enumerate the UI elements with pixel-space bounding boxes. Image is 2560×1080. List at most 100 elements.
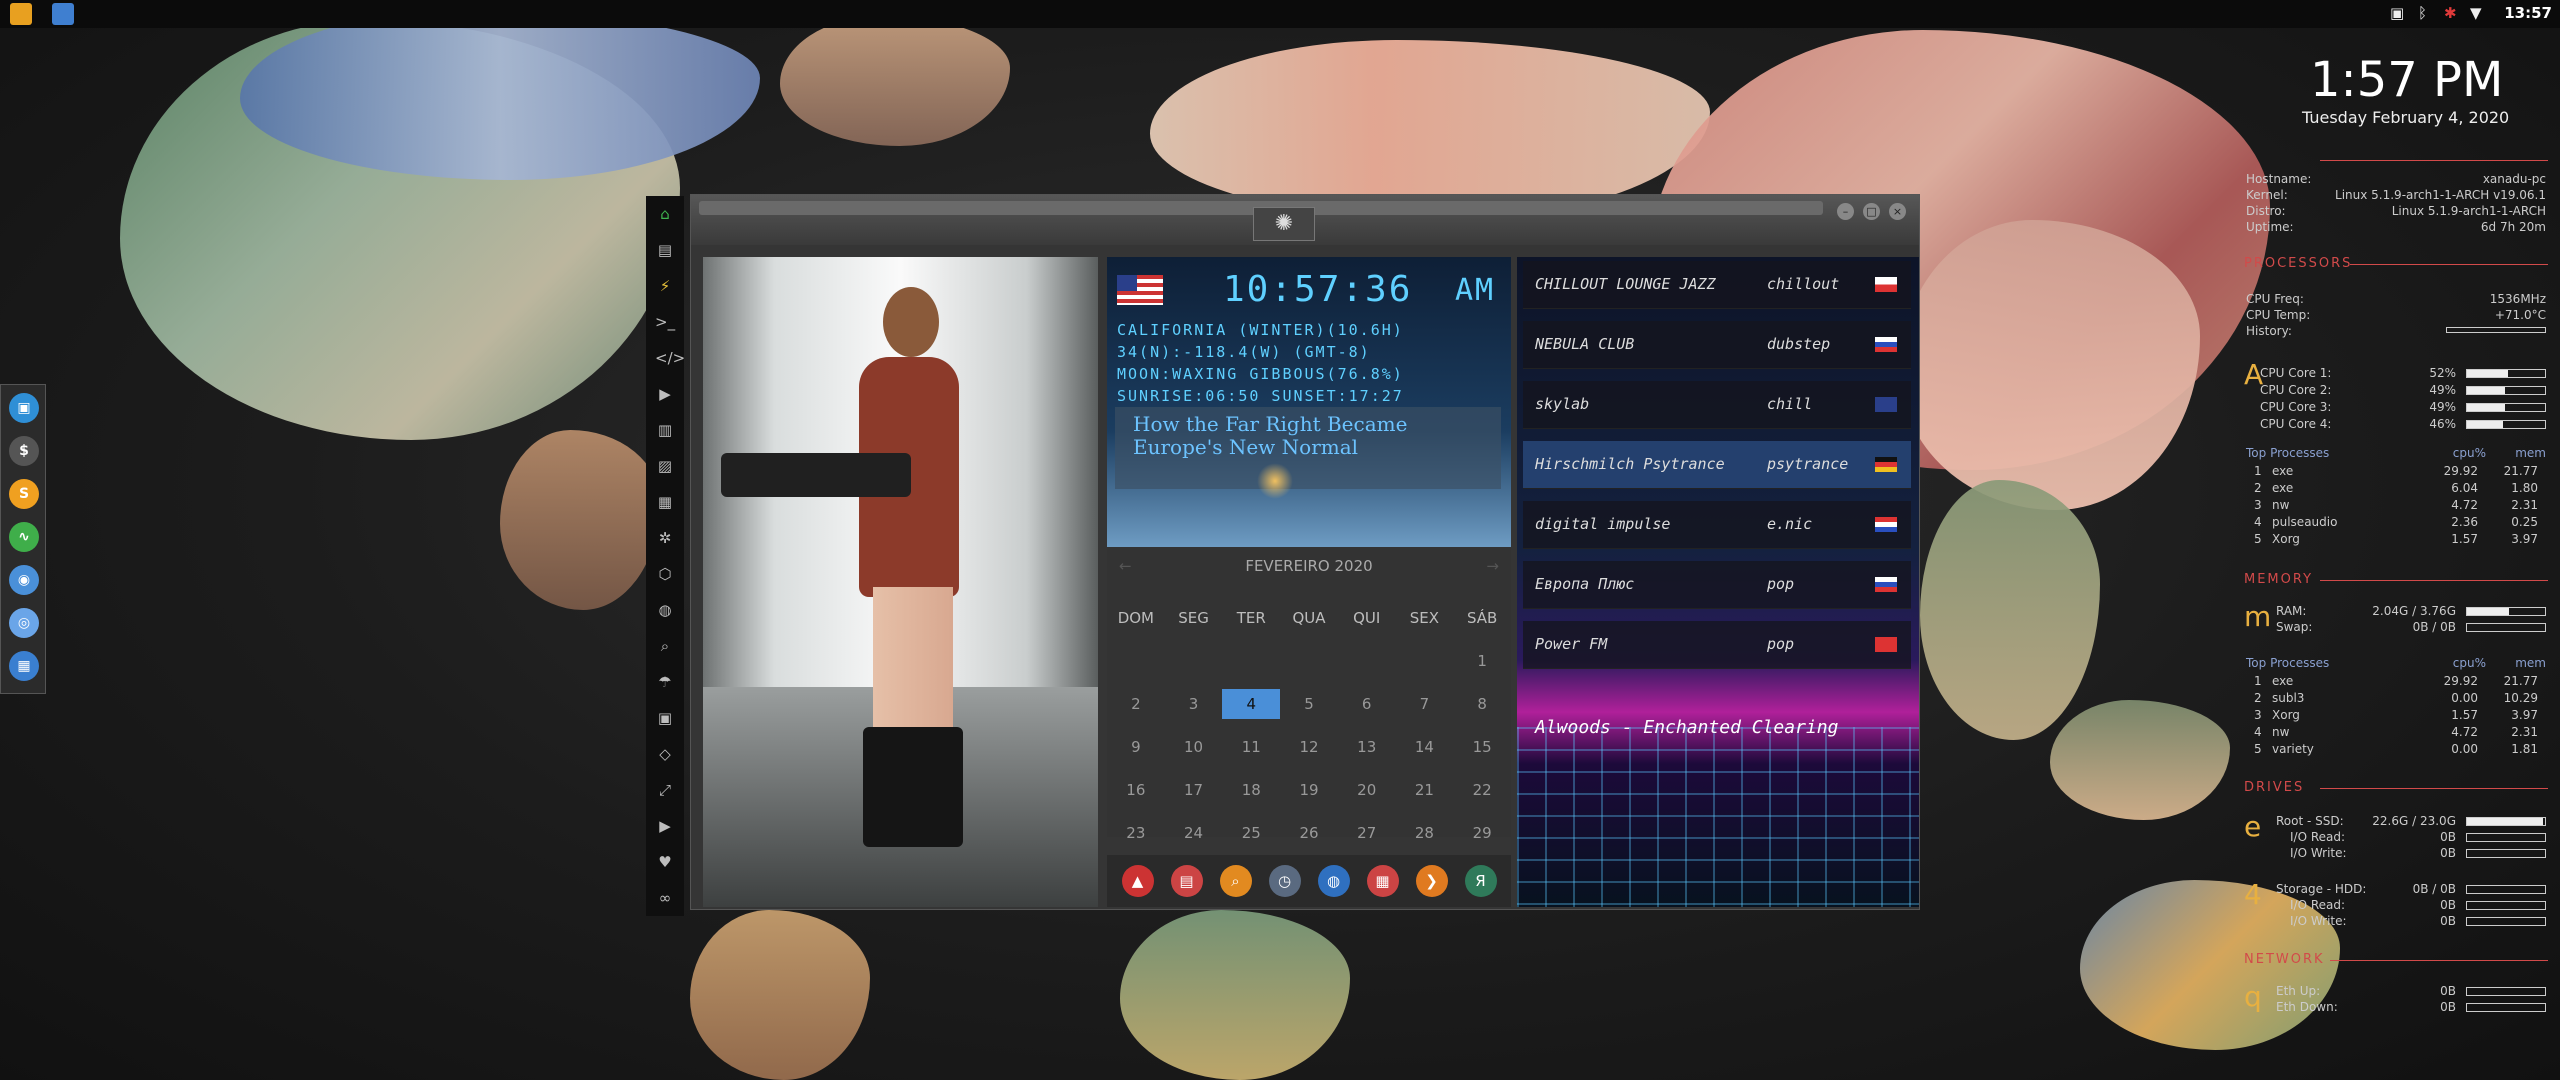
- dock-chrome-icon[interactable]: ◉: [9, 565, 39, 595]
- calendar-day[interactable]: 21: [1396, 775, 1454, 805]
- sidebar-home-icon[interactable]: ⌂: [655, 204, 675, 224]
- map-europe: [1150, 40, 1710, 220]
- files-icon[interactable]: [52, 3, 74, 25]
- calendar-day[interactable]: 15: [1453, 732, 1511, 762]
- calendar-day[interactable]: 22: [1453, 775, 1511, 805]
- launcher-calendar-icon[interactable]: ▦: [1366, 865, 1399, 897]
- dock: ▣ $ S ∿ ◉ ◎ ▦: [0, 384, 46, 694]
- calendar-day[interactable]: 4: [1222, 689, 1281, 719]
- calendar-day[interactable]: 18: [1222, 775, 1280, 805]
- calendar-day[interactable]: 2: [1107, 689, 1165, 719]
- calendar-day[interactable]: 9: [1107, 732, 1165, 762]
- station-name: Hirschmilch Psytrance: [1535, 455, 1725, 473]
- launcher-search-icon[interactable]: ⌕: [1219, 865, 1252, 897]
- sidebar-files-icon[interactable]: ▥: [655, 420, 675, 440]
- sidebar-expand-icon[interactable]: ⤢: [655, 780, 675, 800]
- sublime-text-icon[interactable]: [10, 3, 32, 25]
- dock-globe-icon[interactable]: ◎: [9, 608, 39, 638]
- radio-station-row[interactable]: Power FM pop: [1523, 621, 1911, 669]
- sidebar-youtube-icon[interactable]: ▶: [655, 816, 675, 836]
- calendar-day[interactable]: 8: [1453, 689, 1511, 719]
- sidebar-bolt-icon[interactable]: ⚡: [655, 276, 675, 296]
- calendar-day[interactable]: 16: [1107, 775, 1165, 805]
- calendar-day[interactable]: 7: [1396, 689, 1454, 719]
- calendar-grid: DOM SEG TER QUA QUI SEX SÁB 1 2 3 4 5 6 7 8 9 10 11 12 13 14…: [1107, 603, 1511, 848]
- calendar-day[interactable]: 12: [1280, 732, 1338, 762]
- sidebar-heart-icon[interactable]: ♥: [655, 852, 675, 872]
- radio-station-row[interactable]: CHILLOUT LOUNGE JAZZ chillout: [1523, 261, 1911, 309]
- launcher-clock-icon[interactable]: ◷: [1268, 865, 1301, 897]
- radio-station-row[interactable]: NEBULA CLUB dubstep: [1523, 321, 1911, 369]
- minimize-button[interactable]: –: [1837, 203, 1854, 220]
- calendar-day[interactable]: 13: [1338, 732, 1396, 762]
- launcher-triangle-app-icon[interactable]: ▲: [1121, 865, 1154, 897]
- alert-icon[interactable]: ✱: [2444, 4, 2457, 22]
- window-titlebar[interactable]: ✺ – □ ×: [691, 195, 1919, 245]
- calendar-day[interactable]: 17: [1165, 775, 1223, 805]
- desktop-clock-date: Tuesday February 4, 2020: [2302, 108, 2510, 127]
- calendar-day[interactable]: 3: [1165, 689, 1223, 719]
- sidebar-globe-icon[interactable]: ◍: [655, 600, 675, 620]
- dock-screenshot-icon[interactable]: ▦: [9, 651, 39, 681]
- sidebar-settings-icon[interactable]: ✲: [655, 528, 675, 548]
- sidebar-code-icon[interactable]: </>: [655, 348, 685, 368]
- dock-inbox-icon[interactable]: ▣: [9, 393, 39, 423]
- dock-sublime-icon[interactable]: S: [9, 479, 39, 509]
- station-genre: e.nic: [1767, 515, 1813, 533]
- calendar-day[interactable]: 19: [1280, 775, 1338, 805]
- flag-gb-icon: [1875, 397, 1897, 412]
- panel-clock[interactable]: 13:57: [2504, 4, 2552, 22]
- sidebar-diamond-code-icon[interactable]: ◇: [655, 744, 675, 764]
- drives-title: DRIVES: [2244, 780, 2305, 795]
- calendar-day[interactable]: 10: [1165, 732, 1223, 762]
- close-button[interactable]: ×: [1889, 203, 1906, 220]
- radio-station-row[interactable]: skylab chill: [1523, 381, 1911, 429]
- radio-station-row[interactable]: Европа Плюс pop: [1523, 561, 1911, 609]
- sidebar-link-icon[interactable]: ∞: [655, 888, 675, 908]
- sidebar-image-icon[interactable]: ▨: [655, 456, 675, 476]
- calendar-day[interactable]: 11: [1222, 732, 1280, 762]
- bluetooth-icon[interactable]: ᛒ: [2418, 4, 2427, 22]
- radio-station-row[interactable]: digital impulse e.nic: [1523, 501, 1911, 549]
- figure-boots: [863, 727, 963, 847]
- sidebar-hexagon-icon[interactable]: ⬡: [655, 564, 675, 584]
- calendar-day[interactable]: 25: [1222, 818, 1280, 848]
- sidebar-umbrella-icon[interactable]: ☂: [655, 672, 675, 692]
- calendar-day[interactable]: 26: [1280, 818, 1338, 848]
- sidebar-play-icon[interactable]: ▶: [655, 384, 675, 404]
- calendar-day[interactable]: 28: [1396, 818, 1454, 848]
- calendar-next-button[interactable]: →: [1486, 557, 1499, 575]
- wifi-icon[interactable]: ▼: [2470, 4, 2482, 22]
- uptime-row: Uptime: 6d 7h 20m: [2246, 220, 2546, 234]
- calendar-day[interactable]: 5: [1280, 689, 1338, 719]
- sidebar-terminal-icon[interactable]: >_: [655, 312, 675, 332]
- maximize-button[interactable]: □: [1863, 203, 1880, 220]
- calendar-day[interactable]: 23: [1107, 818, 1165, 848]
- launcher-yandex-icon[interactable]: Я: [1464, 865, 1497, 897]
- cpu-core-bar: [2466, 369, 2546, 378]
- station-genre: dubstep: [1767, 335, 1831, 353]
- launcher-globe-icon[interactable]: ◍: [1317, 865, 1350, 897]
- calendar-day[interactable]: 1: [1453, 646, 1511, 676]
- flag-ru-icon: [1875, 337, 1897, 352]
- calendar-day[interactable]: 6: [1338, 689, 1396, 719]
- weekday-label: SEG: [1178, 609, 1209, 627]
- calendar-day[interactable]: 24: [1165, 818, 1223, 848]
- sidebar-news-icon[interactable]: ▦: [655, 492, 675, 512]
- sidebar-search-icon[interactable]: ⌕: [655, 636, 675, 656]
- radio-station-row[interactable]: Hirschmilch Psytrance psytrance: [1523, 441, 1911, 489]
- calendar-day[interactable]: 14: [1396, 732, 1454, 762]
- station-name: Power FM: [1535, 635, 1608, 653]
- calendar-day[interactable]: 27: [1338, 818, 1396, 848]
- news-headline[interactable]: How the Far Right Became Europe's New No…: [1115, 407, 1501, 489]
- screen-icon[interactable]: ▣: [2390, 4, 2404, 22]
- sidebar-document-icon[interactable]: ▤: [655, 240, 675, 260]
- dock-terminal-icon[interactable]: $: [9, 436, 39, 466]
- sidebar-contact-icon[interactable]: ▣: [655, 708, 675, 728]
- launcher-notes-icon[interactable]: ▤: [1170, 865, 1203, 897]
- calendar-day[interactable]: 20: [1338, 775, 1396, 805]
- calendar-day[interactable]: 29: [1453, 818, 1511, 848]
- dock-activity-icon[interactable]: ∿: [9, 522, 39, 552]
- process-row: 1 exe 29.92 21.77: [2254, 464, 2538, 478]
- launcher-arrow-icon[interactable]: ❯: [1415, 865, 1448, 897]
